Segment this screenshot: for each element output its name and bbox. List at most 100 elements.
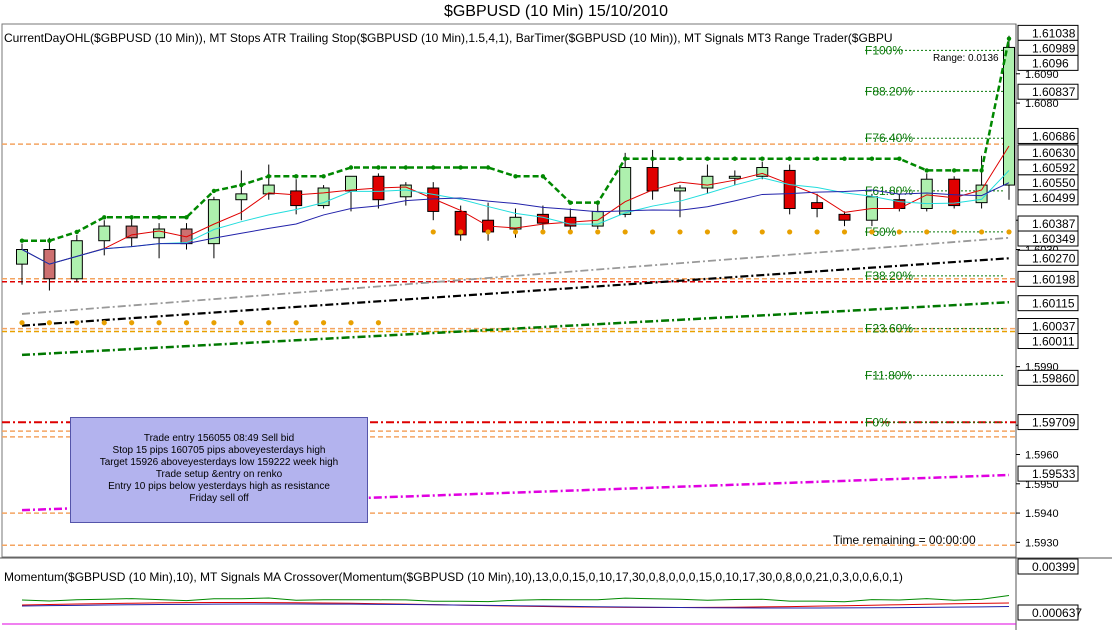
trailing-stop-dot [458, 165, 463, 170]
fib-label: F11.80% [865, 368, 912, 382]
trailing-stop-dot [924, 168, 929, 173]
y-axis-tick-label: 1.5960 [1025, 450, 1059, 462]
candle-body [1003, 46, 1015, 186]
time-remaining-label: Time remaining = 00:00:00 [833, 533, 976, 547]
price-box-label: 1.59533 [1032, 467, 1076, 481]
note-line: Target 15926 aboveyesterdays low 159222 … [99, 457, 339, 468]
trailing-stop-dot [129, 215, 134, 220]
note-line: Friday sell off [189, 493, 249, 504]
candle-body [783, 169, 796, 210]
price-box-label: 0.00399 [1032, 560, 1076, 574]
trailing-stop-dot [897, 156, 902, 161]
momentum-indicator-label: Momentum($GBPUSD (10 Min),10), MT Signal… [4, 570, 903, 584]
trailing-stop-dot [348, 165, 354, 170]
orange-dot [567, 229, 573, 235]
trailing-stop-dot [376, 165, 381, 170]
price-box-label: 1.60011 [1032, 335, 1075, 349]
price-box-label: 1.60037 [1032, 320, 1076, 334]
orange-dot [622, 229, 628, 235]
trailing-stop-dot [184, 215, 189, 220]
candle-body [290, 190, 303, 207]
price-box-label: 1.60198 [1032, 272, 1076, 286]
orange-dot [540, 229, 546, 235]
orange-dot [814, 229, 820, 235]
price-box-label: 1.60349 [1032, 232, 1076, 246]
price-box-label: 1.60270 [1032, 251, 1076, 265]
orange-dot [101, 320, 107, 326]
price-box-label: 1.60989 [1032, 41, 1076, 55]
trend-line [21, 257, 1010, 327]
fib-label: F100% [865, 43, 903, 57]
orange-dot [74, 320, 80, 326]
note-line: Trade setup &entry on renko [155, 469, 283, 480]
fib-label: F76.40% [865, 131, 913, 145]
trailing-stop-dot [485, 165, 491, 170]
trailing-stop-dot [814, 156, 820, 161]
orange-dot [348, 320, 354, 326]
trailing-stop-dot [951, 168, 957, 173]
orange-dot [430, 229, 436, 235]
orange-dot [19, 320, 25, 326]
orange-dot [512, 229, 519, 235]
orange-dot [129, 320, 135, 326]
trailing-stop-dot [156, 215, 162, 220]
y-axis-tick-label: 1.5940 [1025, 508, 1059, 520]
orange-dot [211, 320, 217, 326]
trailing-stop-dot [787, 156, 792, 161]
trailing-stop-dot [239, 182, 244, 188]
orange-dot [485, 229, 491, 235]
y-axis-tick-label: 1.5930 [1025, 537, 1059, 549]
orange-dot [787, 229, 793, 235]
orange-dot [924, 229, 930, 235]
fib-label: F38.20% [865, 269, 913, 283]
trend-line [21, 236, 1010, 315]
candle-body [427, 187, 440, 212]
price-box-label: 1.60387 [1032, 217, 1076, 231]
note-line: Trade entry 156055 08:49 Sell bid [143, 433, 295, 444]
trailing-stop-dot [513, 174, 518, 179]
price-box-label: 1.60686 [1032, 129, 1076, 143]
price-box-label: 1.59860 [1032, 371, 1076, 385]
candle-body [811, 202, 824, 209]
candle-body [646, 167, 659, 192]
trailing-stop-dot [74, 229, 80, 235]
trailing-stop-dot [540, 174, 546, 179]
orange-dot [978, 229, 985, 235]
orange-dot [595, 229, 601, 235]
orange-dot [46, 320, 53, 326]
y-axis-tick-label: 1.6080 [1025, 98, 1059, 110]
trailing-stop-dot [403, 165, 409, 170]
trailing-stop-dot [568, 200, 573, 205]
trailing-stop-dot [293, 174, 299, 179]
trailing-stop-dot [321, 174, 326, 179]
orange-dot [375, 320, 382, 326]
orange-dot [320, 320, 327, 326]
price-box-label: 0.000637 [1032, 606, 1082, 620]
trailing-stop-dot [1006, 36, 1012, 41]
candle-body [838, 213, 851, 221]
fib-label: F0% [865, 415, 890, 429]
trailing-stop-dot [47, 238, 52, 243]
momentum-ma-line-2 [21, 603, 1010, 609]
fib-label: F88.20% [865, 84, 913, 98]
note-line: Entry 10 pips below yesterdays high as r… [108, 481, 330, 492]
candle-body [728, 175, 741, 179]
orange-dot [458, 229, 464, 235]
price-box-label: 1.60592 [1032, 161, 1076, 175]
trailing-stop-dot [842, 156, 847, 161]
candle-body [235, 193, 248, 201]
orange-dot [238, 320, 244, 326]
candle-body [98, 225, 111, 242]
candle-body [619, 167, 632, 215]
price-box-label: 1.60499 [1032, 191, 1076, 205]
orange-dot [704, 229, 711, 235]
range-label: Range: 0.0136 [933, 53, 999, 64]
trailing-stop-dot [650, 156, 655, 161]
trailing-stop-dot [979, 168, 984, 173]
momentum-line [21, 595, 1010, 603]
trailing-stop-dot [732, 156, 738, 161]
orange-dot [293, 320, 299, 326]
orange-dot [266, 320, 272, 326]
moving-average-line [21, 145, 1010, 265]
price-box-label: 1.59709 [1032, 416, 1076, 430]
